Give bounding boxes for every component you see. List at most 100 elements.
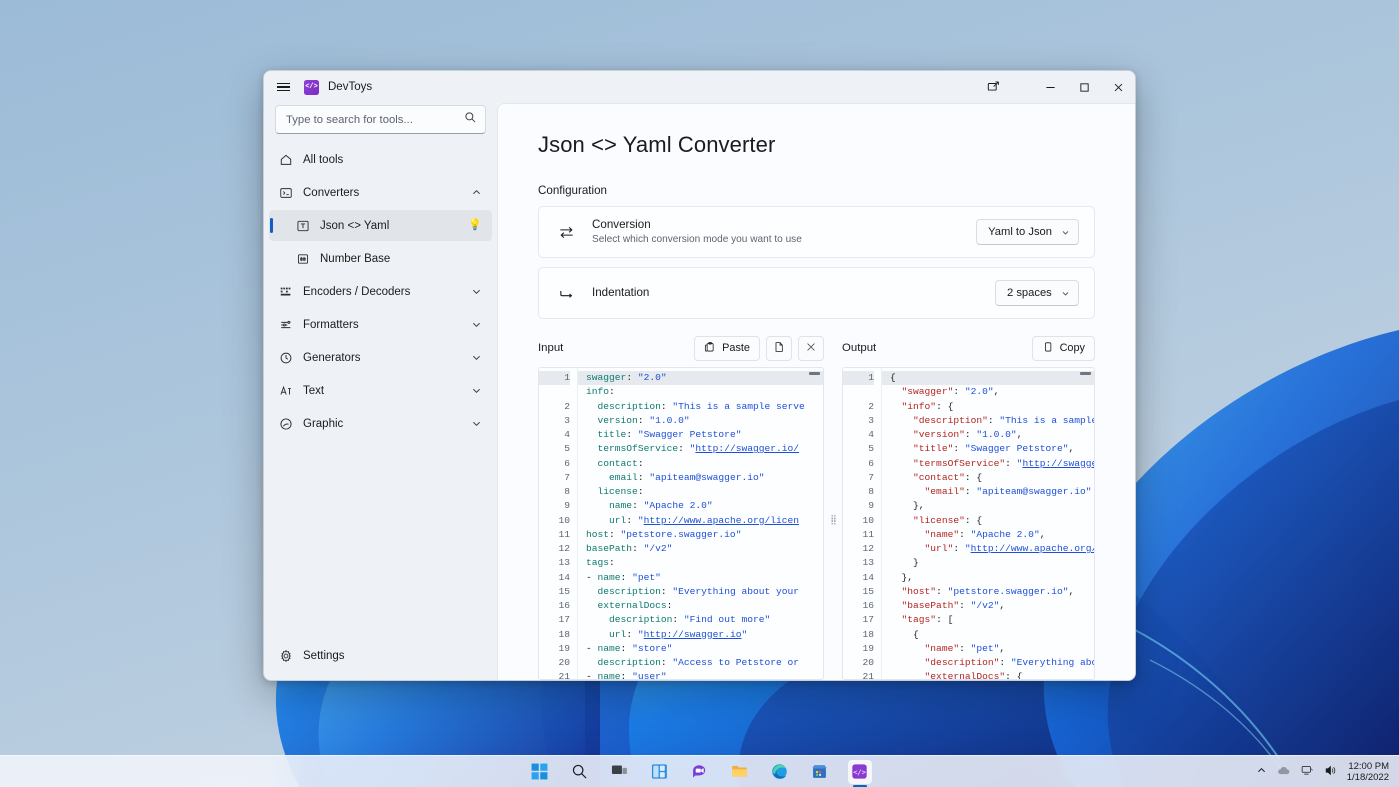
generators-icon — [278, 350, 293, 365]
close-button[interactable] — [1101, 71, 1135, 103]
line-number: 2 — [564, 400, 570, 412]
edge-browser-button[interactable] — [768, 760, 792, 784]
line-number: 11 — [862, 528, 874, 540]
configuration-label: Configuration — [538, 184, 607, 197]
sidebar-item-number-base[interactable]: Number Base — [269, 243, 492, 274]
code-line: "version": "1.0.0", — [913, 429, 1023, 440]
code-line: }, — [890, 500, 925, 512]
taskbar: </> 12:00 PM 1/18/2022 — [0, 755, 1399, 787]
open-file-button[interactable] — [766, 335, 792, 361]
sidebar-item-settings[interactable]: Settings — [269, 640, 492, 671]
line-number: 1 — [843, 371, 874, 386]
code-line: "description": "This is a sample s — [913, 414, 1094, 426]
line-number: 19 — [862, 642, 874, 654]
clock-time: 12:00 PM — [1348, 760, 1389, 772]
devtoys-taskbar-button[interactable]: </> — [847, 759, 872, 784]
widgets-button[interactable] — [648, 760, 672, 784]
input-toolbar: Input Paste — [538, 335, 824, 361]
network-icon[interactable] — [1301, 764, 1314, 780]
sidebar-item-text[interactable]: Text — [269, 375, 492, 406]
conversion-mode-dropdown[interactable]: Yaml to Json — [976, 219, 1079, 245]
search-box[interactable] — [275, 105, 486, 134]
line-number: 11 — [558, 528, 570, 540]
clear-input-button[interactable] — [798, 335, 824, 361]
code-line: "url": "http://www.apache.org/l — [924, 543, 1094, 554]
conversion-arrows-icon — [557, 224, 576, 241]
copy-button[interactable]: Copy — [1031, 335, 1095, 361]
code-line: "swagger": "2.0", — [901, 386, 1000, 398]
window-title: DevToys — [328, 81, 373, 93]
home-icon — [278, 152, 293, 167]
copy-icon — [1042, 341, 1054, 356]
code-line: "license": { — [913, 514, 983, 526]
line-number: 10 — [862, 514, 874, 526]
sidebar-item-json-yaml[interactable]: Json <> Yaml 💡 — [269, 210, 492, 241]
indentation-dropdown[interactable]: 2 spaces — [995, 280, 1079, 306]
search-input[interactable] — [286, 113, 464, 126]
line-number: 8 — [564, 486, 570, 497]
code-line: "tags": [ — [901, 614, 954, 626]
output-code-editor[interactable]: 1234567891011121314151617181920212223 { … — [842, 367, 1095, 680]
hamburger-menu-icon[interactable] — [264, 71, 302, 103]
setting-card-indentation: Indentation 2 spaces — [538, 267, 1095, 319]
line-number: 21 — [558, 671, 570, 680]
line-number: 8 — [868, 486, 874, 497]
compact-overlay-button[interactable] — [971, 71, 1017, 103]
microsoft-store-button[interactable] — [808, 760, 832, 784]
code-line: version: "1.0.0" — [597, 414, 690, 426]
sidebar-item-encoders-decoders[interactable]: Encoders / Decoders — [269, 276, 492, 307]
code-line: }, — [890, 571, 914, 583]
search-button[interactable] — [568, 760, 592, 784]
line-number: 4 — [868, 429, 874, 440]
sidebar-item-converters[interactable]: Converters — [269, 177, 492, 208]
line-number: 9 — [564, 500, 570, 512]
maximize-button[interactable] — [1067, 71, 1101, 103]
sidebar-item-all-tools[interactable]: All tools — [269, 144, 492, 175]
clock-date: 1/18/2022 — [1346, 772, 1389, 783]
editors-area: Input Paste 1 2 3 4 5 6 7 8 9 10 11 12 1… — [538, 335, 1095, 680]
line-number: 5 — [564, 443, 570, 455]
paste-button[interactable]: Paste — [694, 335, 760, 361]
line-number: 1 — [539, 371, 570, 386]
clock[interactable]: 12:00 PM 1/18/2022 — [1347, 761, 1391, 783]
task-view-button[interactable] — [608, 760, 632, 784]
editor-splitter[interactable]: ⠿ ⠿ — [824, 335, 842, 680]
line-number: 20 — [558, 657, 570, 668]
start-button[interactable] — [528, 760, 552, 784]
sidebar-item-formatters[interactable]: Formatters — [269, 309, 492, 340]
chevron-down-icon — [1061, 228, 1070, 237]
line-number: 16 — [862, 600, 874, 611]
file-explorer-button[interactable] — [728, 760, 752, 784]
input-code-editor[interactable]: 1234567891011121314151617181920212223 sw… — [538, 367, 824, 680]
cloud-icon[interactable] — [1277, 764, 1291, 781]
input-code-text[interactable]: swagger: "2.0" info: description: "This i… — [577, 368, 823, 679]
setting-title: Indentation — [592, 286, 650, 300]
chevron-down-icon — [471, 319, 482, 330]
volume-icon[interactable] — [1324, 764, 1337, 780]
sidebar-nav: All tools Converters Json <> Yaml 💡 Numb… — [264, 144, 497, 640]
sidebar-item-label: All tools — [303, 153, 344, 166]
output-code-text[interactable]: { "swagger": "2.0", "info": { "descripti… — [881, 368, 1094, 679]
output-toolbar: Output Copy — [842, 335, 1095, 361]
code-line: "name": "Apache 2.0", — [924, 528, 1046, 540]
tray-overflow-icon[interactable] — [1256, 765, 1267, 779]
chat-teams-button[interactable] — [688, 760, 712, 784]
sidebar-item-graphic[interactable]: Graphic — [269, 408, 492, 439]
chevron-down-icon — [471, 385, 482, 396]
code-line: "description": "Everything abou — [924, 657, 1094, 668]
code-line: "email": "apiteam@swagger.io" — [924, 486, 1092, 497]
sidebar: All tools Converters — [264, 103, 497, 680]
input-minimap[interactable] — [809, 372, 820, 375]
sidebar-item-label: Graphic — [303, 417, 344, 430]
gear-icon — [278, 648, 293, 663]
minimize-button[interactable] — [1033, 71, 1067, 103]
encoders-icon — [278, 284, 293, 299]
line-number: 15 — [558, 585, 570, 597]
line-number: 18 — [558, 628, 570, 640]
setting-card-conversion: Conversion Select which conversion mode … — [538, 206, 1095, 258]
sidebar-item-label: Json <> Yaml — [320, 219, 390, 232]
clipboard-icon — [704, 341, 716, 356]
sidebar-item-generators[interactable]: Generators — [269, 342, 492, 373]
output-label: Output — [842, 342, 877, 354]
output-minimap[interactable] — [1080, 372, 1091, 375]
